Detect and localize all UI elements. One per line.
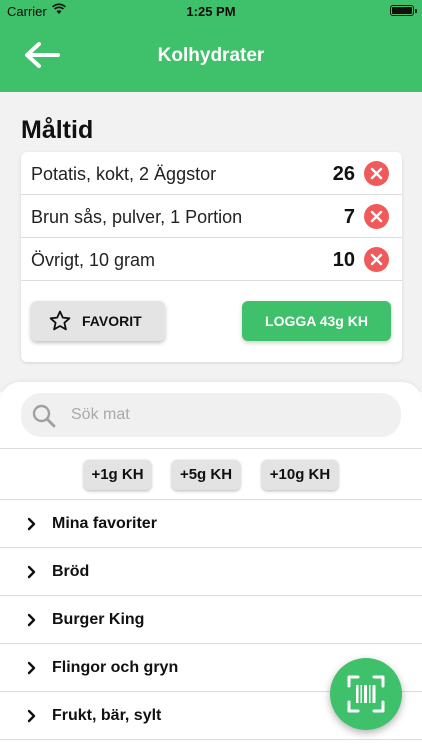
chevron-right-icon [27,661,36,675]
meal-item-name: Övrigt, 10 gram [31,250,156,270]
search-icon [32,404,56,428]
meal-item: Övrigt, 10 gram 10 [21,238,402,281]
meal-item-carbs: 10 [332,249,355,271]
category-label: Mina favoriter [52,515,157,532]
meal-item-carbs: 26 [332,163,355,185]
search-bar [21,393,401,437]
quick-add-10g-button[interactable]: +10g KH [262,460,338,490]
category-label: Flingor och gryn [52,659,179,676]
meal-item: Brun sås, pulver, 1 Portion 7 [21,195,402,238]
meal-item: Potatis, kokt, 2 Äggstor 26 [21,152,402,195]
status-time: 1:25 PM [186,4,236,19]
close-icon [370,253,383,266]
category-item-burger-king[interactable]: Burger King [0,596,422,644]
favorite-button[interactable]: FAVORIT [31,301,165,341]
home-indicator [0,745,422,750]
category-item-mina-favoriter[interactable]: Mina favoriter [0,500,422,548]
remove-item-button[interactable] [364,247,389,272]
battery-icon [390,5,417,16]
quick-add-row: +1g KH +5g KH +10g KH [0,448,422,500]
nav-bar: Kolhydrater [0,22,422,92]
quick-add-1g-button[interactable]: +1g KH [84,460,151,490]
meal-item-name: Brun sås, pulver, 1 Portion [31,207,243,227]
chevron-right-icon [27,517,36,531]
category-label: Bröd [52,563,90,580]
meal-item-carbs: 7 [343,206,355,228]
chevron-right-icon [27,613,36,627]
barcode-scan-button[interactable] [330,658,402,730]
meal-heading: Måltid [21,116,94,144]
remove-item-button[interactable] [364,204,389,229]
chevron-right-icon [27,709,36,723]
status-bar: Carrier 1:25 PM [0,0,422,22]
star-icon [49,310,71,331]
remove-item-button[interactable] [364,161,389,186]
quick-add-5g-button[interactable]: +5g KH [172,460,240,490]
barcode-scan-icon [347,675,385,713]
chevron-right-icon [27,565,36,579]
category-label: Frukt, bär, sylt [52,707,162,724]
search-input[interactable] [71,393,391,437]
meal-item-name: Potatis, kokt, 2 Äggstor [31,164,217,184]
meal-section: Måltid Potatis, kokt, 2 Äggstor 26 Brun … [0,92,422,392]
category-item-brod[interactable]: Bröd [0,548,422,596]
page-title: Kolhydrater [157,45,265,66]
close-icon [370,210,383,223]
meal-card: Potatis, kokt, 2 Äggstor 26 Brun sås, pu… [21,152,402,362]
close-icon [370,167,383,180]
category-label: Burger King [52,611,145,628]
favorite-label: FAVORIT [82,313,142,329]
log-button[interactable]: LOGGA 43g KH [242,301,391,341]
